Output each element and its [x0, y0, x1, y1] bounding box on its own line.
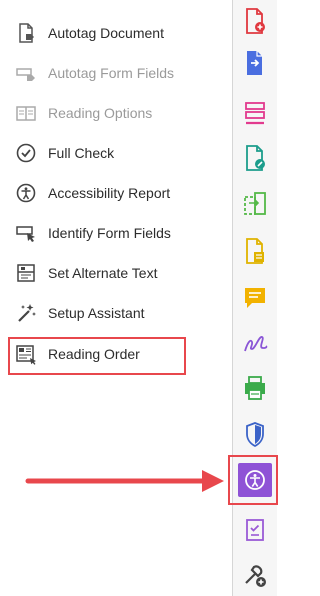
checklist-tool[interactable]: [237, 512, 273, 548]
checklist-icon: [246, 519, 264, 541]
menu-item-label: Autotag Form Fields: [48, 65, 175, 81]
print-production-icon: [245, 376, 265, 400]
protect-tool[interactable]: [237, 416, 273, 452]
menu-item-label: Autotag Document: [48, 25, 164, 41]
organize-pages-icon: [245, 102, 265, 125]
export-pdf-icon: [247, 51, 262, 75]
setup-assistant-icon: [14, 301, 38, 325]
menu-item-label: Full Check: [48, 145, 115, 161]
identify-form-fields-icon: [14, 221, 38, 245]
edit-pdf-tool[interactable]: [237, 140, 273, 176]
create-pdf-tool[interactable]: [237, 3, 273, 39]
menu-item-identify-form-fields[interactable]: Identify Form Fields: [14, 219, 171, 247]
comment-tool[interactable]: [237, 280, 273, 316]
print-production-tool[interactable]: [237, 370, 273, 406]
menu-item-accessibility-report[interactable]: Accessibility Report: [14, 179, 170, 207]
protect-icon: [246, 422, 264, 448]
export-pdf-tool[interactable]: [237, 45, 273, 81]
menu-item-autotag-form-fields[interactable]: Autotag Form Fields: [14, 59, 174, 87]
menu-item-label: Reading Options: [48, 105, 153, 121]
menu-item-label: Set Alternate Text: [48, 265, 158, 281]
autotag-document-icon: [14, 21, 38, 45]
fill-sign-icon: [244, 336, 268, 352]
set-alternate-text-icon: [14, 261, 38, 285]
menu-item-set-alternate-text[interactable]: Set Alternate Text: [14, 259, 157, 287]
scan-ocr-tool[interactable]: [237, 233, 273, 269]
menu-item-label: Identify Form Fields: [48, 225, 171, 241]
accessibility-tools-panel: Autotag Document Autotag Form Fields Rea…: [0, 0, 232, 596]
menu-item-autotag-document[interactable]: Autotag Document: [14, 19, 164, 47]
scan-ocr-icon: [246, 238, 264, 264]
compare-files-tool[interactable]: [237, 186, 273, 222]
comment-icon: [245, 288, 265, 308]
more-tools-tool[interactable]: [237, 557, 273, 593]
menu-item-reading-options[interactable]: Reading Options: [14, 99, 152, 127]
create-pdf-icon: [246, 8, 265, 34]
menu-item-full-check[interactable]: Full Check: [14, 139, 114, 167]
organize-pages-tool[interactable]: [237, 96, 273, 132]
tools-rail: [232, 0, 277, 596]
menu-item-label: Setup Assistant: [48, 305, 145, 321]
accessibility-report-icon: [14, 181, 38, 205]
menu-item-label: Accessibility Report: [48, 185, 171, 201]
edit-pdf-icon: [246, 145, 265, 171]
full-check-icon: [14, 141, 38, 165]
compare-files-icon: [244, 192, 266, 215]
fill-sign-tool[interactable]: [237, 325, 273, 361]
reading-options-icon: [14, 101, 38, 125]
reading-order-highlight-box: [8, 337, 186, 375]
menu-item-setup-assistant[interactable]: Setup Assistant: [14, 299, 145, 327]
accessibility-tool-highlight-box: [228, 455, 278, 505]
more-tools-icon: [245, 565, 266, 587]
autotag-form-fields-icon: [14, 61, 38, 85]
